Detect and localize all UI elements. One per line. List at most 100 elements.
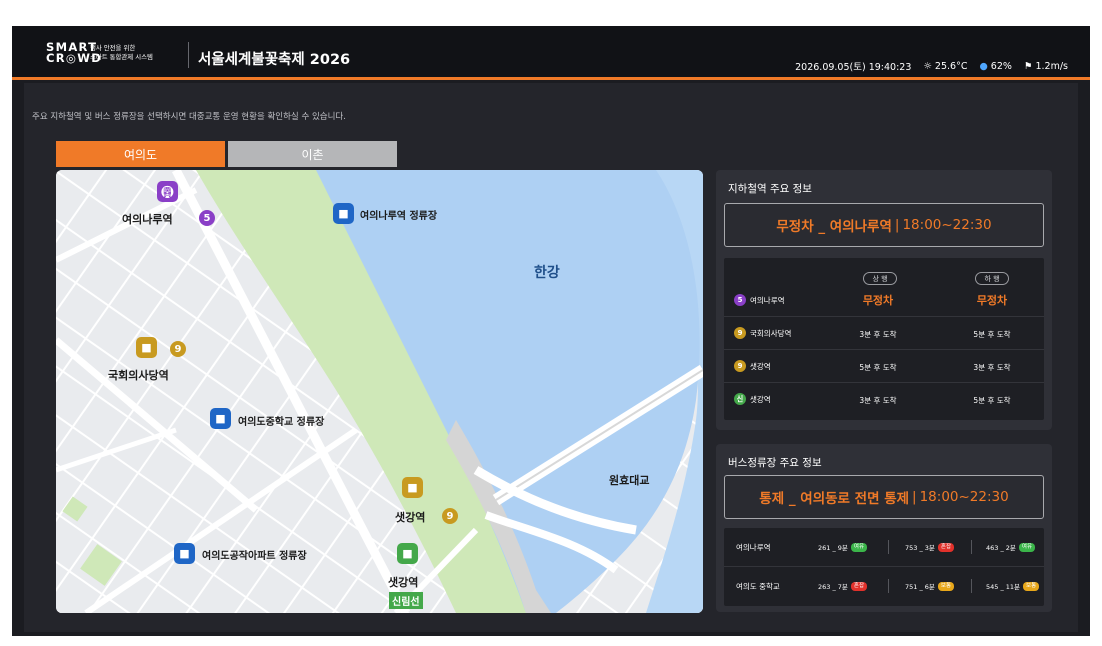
datetime: 2026.09.05(토) 19:40:23 <box>795 62 912 73</box>
bus-stop-name: 여의나루역 <box>736 543 771 552</box>
river-label: 한강 <box>534 265 560 281</box>
water-drop-icon: ● <box>979 60 988 72</box>
map-canvas <box>56 170 703 613</box>
subway-row[interactable]: 9 국회의사당역 3분 후 도착 5분 후 도착 <box>724 317 1044 350</box>
tab-ichon[interactable]: 이촌 <box>228 141 397 167</box>
line-badge: 9 <box>734 360 746 372</box>
subway-train-icon: ■ <box>402 547 413 560</box>
line-9-badge: 9 <box>442 508 458 524</box>
crowd-badge: 여유 <box>850 542 868 552</box>
bus-icon: ■ <box>338 207 349 220</box>
map-label-apartment-bus[interactable]: 여의도공작아파트 정류장 <box>202 547 307 562</box>
header-divider <box>188 42 189 68</box>
bus-alert-text: 통제 _ 여의동로 전면 통제 <box>759 491 910 507</box>
station-name: 샛강역 <box>750 361 771 371</box>
bus-row[interactable]: 여의나루역 261 _ 9분 여유 753 _ 3분 혼잡 463 _ 2분 여… <box>724 528 1044 567</box>
map-label-saetgang-sinrim[interactable]: 샛강역 <box>388 574 418 590</box>
map-label-yeouinaru[interactable]: 여의나루역 <box>122 211 173 227</box>
subway-train-icon: 🚇︎ <box>159 184 176 199</box>
subway-alert-time: 18:00~22:30 <box>902 217 992 233</box>
wind-flag-icon: ⚑ <box>1023 60 1033 72</box>
bus-arrival: 751 _ 6분 보통 <box>905 581 955 591</box>
station-name: 국회의사당역 <box>750 328 792 338</box>
wind-value: 1.2m/s <box>1035 60 1068 72</box>
bus-stop-name: 여의도 중학교 <box>736 582 780 591</box>
subway-train-icon: ■ <box>141 341 152 354</box>
down-status: 3분 후 도착 <box>973 363 1011 372</box>
line-badge: 9 <box>734 327 746 339</box>
bus-icon: ■ <box>179 547 190 560</box>
map-label-assembly[interactable]: 국회의사당역 <box>108 367 169 383</box>
event-title: 서울세계불꽃축제 2026 <box>198 52 351 68</box>
logo-sub-1: 행사 안전을 위한 <box>90 44 136 52</box>
subway-row[interactable]: 5 여의나루역 무정차 무정차 <box>724 284 1044 317</box>
bus-divider <box>888 540 889 554</box>
bus-row[interactable]: 여의도 중학교 263 _ 7분 혼잡 751 _ 6분 보통 545 _ 11… <box>724 567 1044 606</box>
instruction-text: 주요 지하철역 및 버스 정류장을 선택하시면 대중교통 운영 현황을 확인하실… <box>32 112 346 122</box>
up-status: 5분 후 도착 <box>859 363 897 372</box>
temperature-value: 25.6°C <box>934 60 968 72</box>
up-status: 3분 후 도착 <box>859 396 897 405</box>
subway-marker-assembly[interactable]: ■ <box>136 337 157 358</box>
bus-marker-yeouinaru[interactable]: ■ <box>333 203 354 224</box>
bus-divider <box>888 579 889 593</box>
crowd-badge: 보통 <box>937 581 955 591</box>
line-5-badge: 5 <box>199 210 215 226</box>
crowd-badge: 여유 <box>1018 542 1036 552</box>
wind-readout: ⚑ 1.2m/s <box>1024 61 1068 72</box>
bus-arrival-text: 751 _ 6분 <box>905 583 935 591</box>
bus-marker-middle-school[interactable]: ■ <box>210 408 231 429</box>
tab-yeouido[interactable]: 여의도 <box>56 141 225 167</box>
subway-marker-saetgang-9[interactable]: ■ <box>402 477 423 498</box>
bus-arrival: 263 _ 7분 혼잡 <box>818 581 868 591</box>
humidity-value: 62% <box>990 60 1012 72</box>
subway-info-panel: 지하철역 주요 정보 무정차 _ 여의나루역 | 18:00~22:30 상 행… <box>716 170 1052 430</box>
subway-alert-separator: | <box>894 217 900 233</box>
station-name: 샛강역 <box>750 394 771 404</box>
subway-marker-saetgang-sinrim[interactable]: ■ <box>397 543 418 564</box>
bus-info-panel: 버스정류장 주요 정보 통제 _ 여의동로 전면 통제 | 18:00~22:3… <box>716 444 1052 612</box>
bus-arrival: 545 _ 11분 보통 <box>986 581 1040 591</box>
up-status: 무정차 <box>862 294 894 307</box>
logo-sub-2: 스마트 통합관제 시스템 <box>90 53 153 61</box>
area-map[interactable]: 한강 원효대교 🚇︎ 여의나루역 5 ■ 여의나루역 정류장 ■ 9 국회의사당… <box>56 170 703 613</box>
station-name: 여의나루역 <box>750 295 785 305</box>
subway-row[interactable]: 신 샛강역 3분 후 도착 5분 후 도착 <box>724 383 1044 416</box>
down-status: 무정차 <box>976 294 1008 307</box>
subway-marker-yeouinaru[interactable]: 🚇︎ <box>157 181 178 202</box>
bus-status-table: 여의나루역 261 _ 9분 여유 753 _ 3분 혼잡 463 _ 2분 여… <box>724 528 1044 606</box>
map-label-yeouinaru-bus[interactable]: 여의나루역 정류장 <box>360 207 437 222</box>
bus-arrival-text: 753 _ 3분 <box>905 544 935 552</box>
bus-panel-title: 버스정류장 주요 정보 <box>728 457 822 469</box>
bus-marker-apartment[interactable]: ■ <box>174 543 195 564</box>
bus-arrival-text: 545 _ 11분 <box>986 583 1021 591</box>
app-header: SMART CR◎WD 행사 안전을 위한 스마트 통합관제 시스템 서울세계불… <box>12 26 1090 80</box>
line-9-badge: 9 <box>170 341 186 357</box>
bus-icon: ■ <box>215 412 226 425</box>
map-label-saetgang-9[interactable]: 샛강역 <box>395 509 425 525</box>
subway-row[interactable]: 9 샛강역 5분 후 도착 3분 후 도착 <box>724 350 1044 383</box>
down-status: 5분 후 도착 <box>973 396 1011 405</box>
sun-icon: ☼ <box>923 60 932 72</box>
map-label-middle-school-bus[interactable]: 여의도중학교 정류장 <box>238 413 324 428</box>
bus-arrival-text: 263 _ 7분 <box>818 583 848 591</box>
line-badge: 신 <box>734 393 746 405</box>
bus-arrival: 753 _ 3분 혼잡 <box>905 542 955 552</box>
header-status: 2026.09.05(토) 19:40:23 ☼ 25.6°C ● 62% ⚑ … <box>795 59 1068 74</box>
bus-divider <box>971 540 972 554</box>
bus-alert-separator: | <box>912 489 917 505</box>
bus-alert: 통제 _ 여의동로 전면 통제 | 18:00~22:30 <box>724 475 1044 519</box>
subway-alert: 무정차 _ 여의나루역 | 18:00~22:30 <box>724 203 1044 247</box>
bus-alert-time: 18:00~22:30 <box>919 489 1009 505</box>
up-status: 3분 후 도착 <box>859 330 897 339</box>
bus-arrival: 463 _ 2분 여유 <box>986 542 1036 552</box>
subway-panel-title: 지하철역 주요 정보 <box>728 183 812 195</box>
bus-arrival-text: 261 _ 9분 <box>818 544 848 552</box>
smart-crowd-logo[interactable]: SMART CR◎WD 행사 안전을 위한 스마트 통합관제 시스템 <box>46 41 186 70</box>
line-badge: 5 <box>734 294 746 306</box>
bridge-label: 원효대교 <box>609 474 650 487</box>
bus-arrival: 261 _ 9분 여유 <box>818 542 868 552</box>
bus-divider <box>971 579 972 593</box>
subway-alert-text: 무정차 _ 여의나루역 <box>776 219 892 235</box>
subway-train-icon: ■ <box>407 481 418 494</box>
